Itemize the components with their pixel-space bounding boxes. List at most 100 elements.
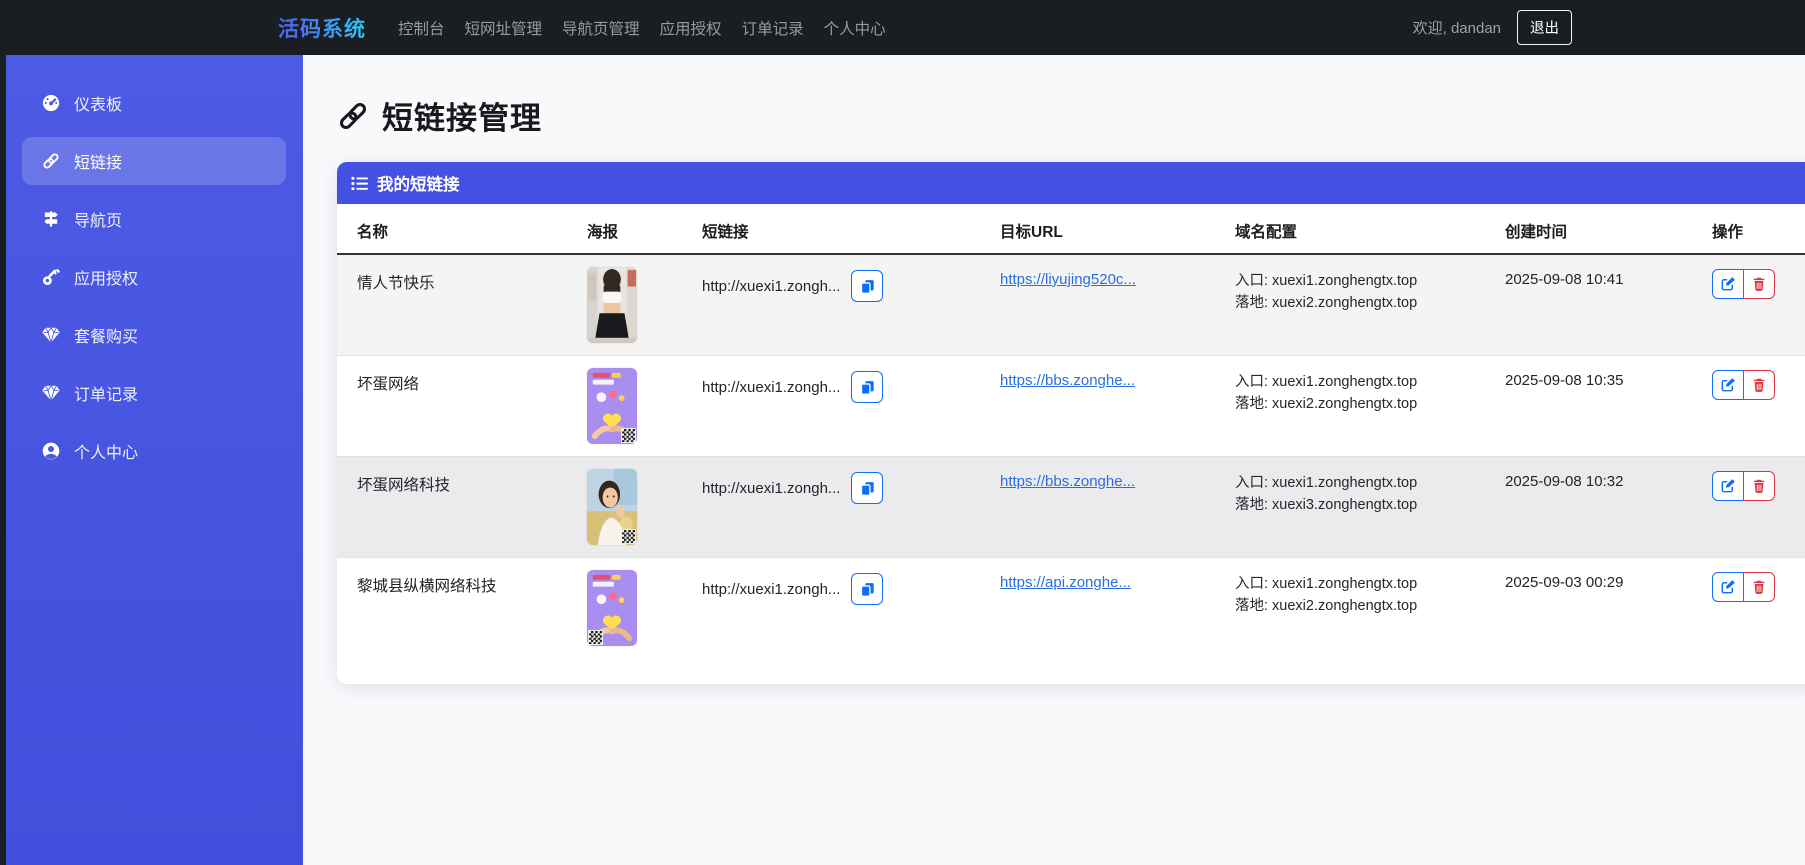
edit-button[interactable] (1712, 269, 1744, 299)
created-time: 2025-09-03 00:29 (1485, 558, 1692, 659)
link-name: 情人节快乐 (337, 254, 567, 356)
tachometer-icon (42, 94, 60, 112)
column-header: 海报 (567, 204, 682, 254)
map-signs-icon (42, 210, 60, 228)
table-row: 坏蛋网络科技 http://xuexi1.zongh... https://bb… (337, 457, 1805, 558)
main-content: 短链接管理 我的短链接 名称 (303, 55, 1805, 865)
table-row: 坏蛋网络 http://xuexi1.zongh... https://bbs.… (337, 356, 1805, 457)
actions-cell (1692, 558, 1805, 659)
table-row: 黎城县纵横网络科技 http://xuexi1.zongh... https:/… (337, 558, 1805, 659)
actions-cell (1692, 254, 1805, 356)
nav-item-0[interactable]: 控制台 (388, 11, 455, 45)
short-url-cell: http://xuexi1.zongh... (682, 356, 980, 457)
column-header: 短链接 (682, 204, 980, 254)
sidebar: 仪表板短链接导航页应用授权套餐购买订单记录个人中心 (6, 55, 303, 865)
sidebar-item-3[interactable]: 应用授权 (22, 253, 286, 301)
sidebar-item-label: 仪表板 (74, 91, 122, 115)
short-url-text: http://xuexi1.zongh... (702, 278, 840, 295)
domain-config-cell: 入口: xuexi1.zonghengtx.top 落地: xuexi2.zon… (1215, 356, 1485, 457)
sidebar-item-5[interactable]: 订单记录 (22, 369, 286, 417)
delete-button[interactable] (1743, 370, 1775, 400)
table-header-row: 名称海报短链接目标URL域名配置创建时间操作 (337, 204, 1805, 254)
domain-landing: 落地: xuexi2.zonghengtx.top (1235, 292, 1473, 314)
delete-button[interactable] (1743, 471, 1775, 501)
app-body: 仪表板短链接导航页应用授权套餐购买订单记录个人中心 短链接管理 (6, 55, 1805, 865)
actions-cell (1692, 457, 1805, 558)
domain-landing: 落地: xuexi2.zonghengtx.top (1235, 393, 1473, 415)
target-url-link[interactable]: https://api.zonghe... (1000, 574, 1131, 591)
link-name: 坏蛋网络科技 (337, 457, 567, 558)
page-title: 短链接管理 (337, 93, 1805, 138)
gem-icon (42, 326, 60, 344)
shortlinks-card: 我的短链接 名称海报短链接目标URL域名配置创建时间操作 情人节快乐 http:… (337, 162, 1805, 684)
poster-image[interactable] (587, 368, 637, 444)
poster-cell (567, 457, 682, 558)
sidebar-item-6[interactable]: 个人中心 (22, 427, 286, 475)
gem-icon (42, 384, 60, 402)
welcome-text: 欢迎, dandan (1413, 17, 1501, 38)
link-icon (42, 152, 60, 170)
short-url-text: http://xuexi1.zongh... (702, 480, 840, 497)
target-url-link[interactable]: https://bbs.zonghe... (1000, 372, 1135, 389)
delete-button[interactable] (1743, 269, 1775, 299)
navbar-container: 活码系统 控制台短网址管理导航页管理应用授权订单记录个人中心 欢迎, danda… (278, 0, 1572, 55)
column-header: 创建时间 (1485, 204, 1692, 254)
domain-landing: 落地: xuexi3.zonghengtx.top (1235, 494, 1473, 516)
target-url-cell: https://liyujing520c... (980, 254, 1215, 356)
domain-entry: 入口: xuexi1.zonghengtx.top (1235, 472, 1473, 494)
sidebar-item-1[interactable]: 短链接 (22, 137, 286, 185)
nav-item-5[interactable]: 个人中心 (814, 11, 896, 45)
brand-logo[interactable]: 活码系统 (278, 13, 366, 43)
sidebar-item-4[interactable]: 套餐购买 (22, 311, 286, 359)
qr-code (622, 429, 635, 442)
sidebar-item-label: 应用授权 (74, 265, 138, 289)
link-icon (337, 100, 369, 132)
created-time: 2025-09-08 10:41 (1485, 254, 1692, 356)
qr-code (622, 530, 635, 543)
top-navbar: 活码系统 控制台短网址管理导航页管理应用授权订单记录个人中心 欢迎, danda… (0, 0, 1805, 55)
column-header: 名称 (337, 204, 567, 254)
sidebar-item-label: 导航页 (74, 207, 122, 231)
target-url-cell: https://bbs.zonghe... (980, 457, 1215, 558)
table-body: 情人节快乐 http://xuexi1.zongh... https://liy… (337, 254, 1805, 658)
copy-button[interactable] (851, 573, 883, 605)
target-url-link[interactable]: https://bbs.zonghe... (1000, 473, 1135, 490)
poster-image[interactable] (587, 267, 637, 343)
sidebar-item-label: 个人中心 (74, 439, 138, 463)
domain-config-cell: 入口: xuexi1.zonghengtx.top 落地: xuexi3.zon… (1215, 457, 1485, 558)
nav-item-4[interactable]: 订单记录 (732, 11, 814, 45)
edit-button[interactable] (1712, 370, 1744, 400)
target-url-cell: https://bbs.zonghe... (980, 356, 1215, 457)
short-url-cell: http://xuexi1.zongh... (682, 558, 980, 659)
sidebar-item-2[interactable]: 导航页 (22, 195, 286, 243)
copy-button[interactable] (851, 371, 883, 403)
actions-cell (1692, 356, 1805, 457)
nav-item-1[interactable]: 短网址管理 (455, 11, 553, 45)
poster-cell (567, 558, 682, 659)
sidebar-item-label: 订单记录 (74, 381, 138, 405)
short-url-text: http://xuexi1.zongh... (702, 379, 840, 396)
column-header: 目标URL (980, 204, 1215, 254)
poster-cell (567, 356, 682, 457)
sidebar-item-label: 短链接 (74, 149, 122, 173)
sidebar-item-label: 套餐购买 (74, 323, 138, 347)
logout-button[interactable]: 退出 (1517, 10, 1572, 45)
copy-button[interactable] (851, 472, 883, 504)
sidebar-item-0[interactable]: 仪表板 (22, 79, 286, 127)
target-url-cell: https://api.zonghe... (980, 558, 1215, 659)
target-url-link[interactable]: https://liyujing520c... (1000, 271, 1136, 288)
edit-button[interactable] (1712, 471, 1744, 501)
navbar-menu: 控制台短网址管理导航页管理应用授权订单记录个人中心 (388, 11, 896, 45)
delete-button[interactable] (1743, 572, 1775, 602)
edit-button[interactable] (1712, 572, 1744, 602)
nav-item-3[interactable]: 应用授权 (650, 11, 732, 45)
created-time: 2025-09-08 10:32 (1485, 457, 1692, 558)
nav-item-2[interactable]: 导航页管理 (552, 11, 650, 45)
card-header: 我的短链接 (337, 162, 1805, 204)
short-url-text: http://xuexi1.zongh... (702, 581, 840, 598)
copy-button[interactable] (851, 270, 883, 302)
poster-image[interactable] (587, 469, 637, 545)
poster-image[interactable] (587, 570, 637, 646)
qr-code (589, 631, 602, 644)
link-name: 坏蛋网络 (337, 356, 567, 457)
